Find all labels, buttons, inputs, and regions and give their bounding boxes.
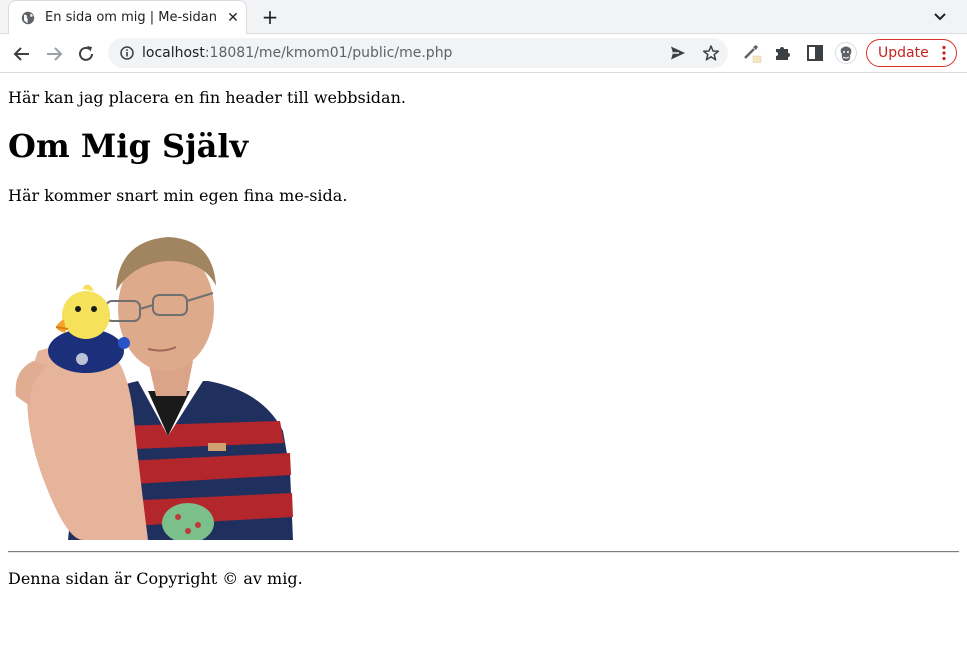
update-label: Update: [878, 45, 929, 61]
profile-photo: [15, 237, 293, 540]
tab-title: En sida om mig | Me-sidan: [45, 10, 217, 25]
url-host: localhost: [142, 45, 205, 61]
back-arrow-icon[interactable]: [10, 42, 34, 66]
forward-arrow-icon[interactable]: [42, 42, 66, 66]
reload-icon[interactable]: [74, 42, 98, 66]
page-title: Om Mig Själv: [8, 127, 249, 165]
address-bar[interactable]: localhost:18081/me/kmom01/public/me.php: [108, 38, 728, 68]
tab-search-chevron-icon[interactable]: [930, 8, 950, 26]
footer-text: Denna sidan är Copyright © av mig.: [8, 569, 303, 588]
profile-avatar-icon[interactable]: [835, 42, 857, 64]
intro-text: Här kommer snart min egen fina me-sida.: [8, 186, 348, 205]
horizontal-rule: [8, 551, 959, 553]
send-icon[interactable]: [670, 45, 686, 61]
page-content: Här kan jag placera en fin header till w…: [0, 73, 967, 665]
new-tab-button[interactable]: +: [259, 6, 281, 28]
extensions-puzzle-icon[interactable]: [773, 43, 793, 63]
header-text: Här kan jag placera en fin header till w…: [8, 88, 406, 107]
update-button[interactable]: Update: [866, 39, 957, 67]
side-panel-icon[interactable]: [805, 43, 825, 63]
browser-tab[interactable]: En sida om mig | Me-sidan ✕: [8, 0, 247, 34]
bookmark-star-icon[interactable]: [702, 44, 720, 62]
tab-close-icon[interactable]: ✕: [225, 10, 241, 26]
browser-toolbar: localhost:18081/me/kmom01/public/me.php …: [0, 34, 967, 73]
color-picker-extension-icon[interactable]: [742, 43, 762, 63]
globe-icon: [21, 11, 35, 25]
tab-strip: En sida om mig | Me-sidan ✕ +: [0, 0, 967, 34]
url-path: :18081/me/kmom01/public/me.php: [204, 45, 453, 61]
more-menu-icon[interactable]: [941, 45, 947, 61]
url-text[interactable]: localhost:18081/me/kmom01/public/me.php: [142, 45, 452, 61]
info-icon[interactable]: [120, 46, 134, 60]
